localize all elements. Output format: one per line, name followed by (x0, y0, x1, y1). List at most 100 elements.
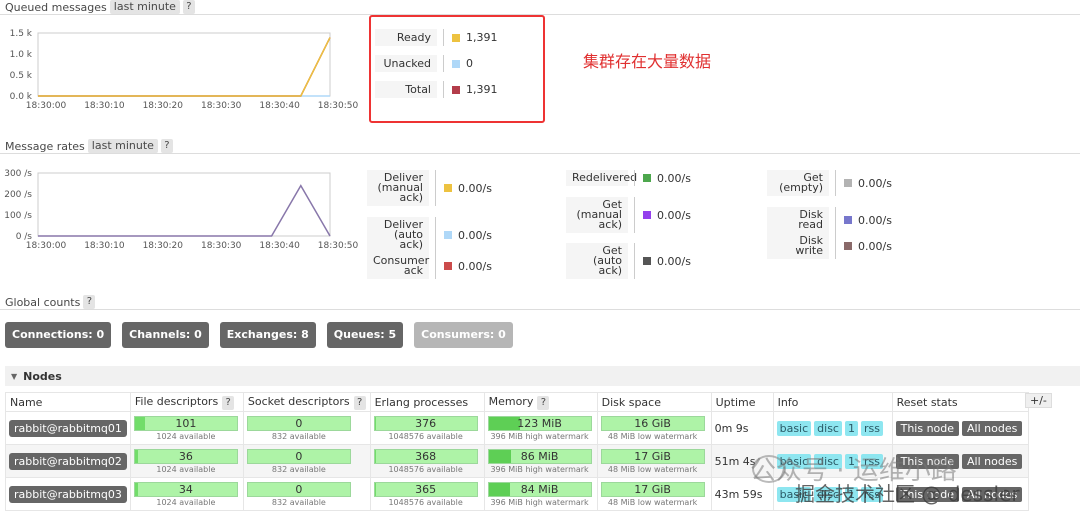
fd-bar: 101 (133, 415, 238, 431)
count-value: 0 (498, 328, 506, 341)
node-name-link[interactable]: rabbit@rabbitmq03 (9, 485, 127, 503)
mem-value: 84 MiB (520, 482, 559, 496)
mem-cell: 86 MiB 396 MiB high watermark (483, 444, 598, 478)
legend-separator (634, 243, 635, 279)
sd-value: 0 (295, 416, 303, 430)
node-name-link[interactable]: rabbit@rabbitmq02 (9, 452, 127, 470)
fd-value: 34 (178, 482, 193, 496)
ep-subtext: 1048576 available (388, 464, 463, 474)
reset-this-node-button[interactable]: This node (895, 420, 960, 436)
column-help-button[interactable]: ? (222, 395, 235, 410)
legend-separator (835, 207, 836, 233)
disk-value: 16 GiB (634, 416, 671, 430)
column-help-button[interactable]: ? (353, 395, 366, 410)
reset-all-nodes-button[interactable]: All nodes (962, 420, 1023, 436)
queued-xtick-label: 18:30:30 (201, 101, 242, 111)
column-header-label: Disk space (601, 395, 661, 409)
queued-messages-title: Queued messages (5, 0, 107, 14)
sd-value: 0 (295, 449, 303, 463)
rates-ytick-label: 300 /s (4, 169, 32, 179)
legend-separator (435, 253, 436, 279)
count-channels-button[interactable]: Channels: 0 (122, 322, 209, 348)
queued-xtick-label: 18:30:20 (143, 101, 184, 111)
queued-messages-chart: 0.0 k 0.5 k 1.0 k 1.5 k 18:30:00 18:30:10 18:3… (0, 24, 360, 119)
queued-messages-header: Queued messages last minute ? (0, 0, 1080, 15)
legend-row-redelivered: Redelivered 0.00/s (566, 170, 691, 186)
sd-bar: 0 (246, 415, 351, 431)
queued-ytick-label: 1.0 k (10, 50, 33, 60)
ep-subtext: 1048576 available (388, 497, 463, 507)
legend-swatch-consumer-ack (444, 262, 452, 270)
rates-ytick-label: 200 /s (4, 190, 32, 200)
count-value: 5 (388, 328, 397, 341)
disk-subtext: 48 MiB low watermark (607, 497, 698, 507)
sd-bar: 0 (246, 481, 351, 497)
count-queues-button[interactable]: Queues: 5 (326, 322, 404, 348)
column-header-socket-descriptors: Socket descriptors? (242, 392, 371, 412)
fd-cell: 101 1024 available (129, 411, 244, 445)
nodes-title: Nodes (23, 369, 62, 383)
nodes-section-bar[interactable]: ▼ Nodes (5, 366, 1080, 386)
queued-range-button[interactable]: last minute (109, 0, 180, 14)
global-help-button[interactable]: ? (83, 295, 96, 309)
legend-separator (634, 197, 635, 233)
fd-value: 36 (178, 449, 193, 463)
disk-subtext: 48 MiB low watermark (607, 431, 698, 441)
legend-swatch-deliver-auto-ack (444, 231, 452, 239)
columns-toggle-button[interactable]: +/- (1025, 393, 1052, 408)
sd-subtext: 832 available (271, 431, 326, 441)
column-header-label: Info (777, 395, 799, 409)
queued-xtick-label: 18:30:50 (318, 101, 359, 111)
legend-swatch-disk-read (844, 216, 852, 224)
ep-cell: 376 1048576 available (369, 411, 485, 445)
column-help-button[interactable]: ? (537, 395, 550, 410)
count-consumers-button[interactable]: Consumers: 0 (414, 322, 513, 348)
disk-value: 17 GiB (634, 449, 671, 463)
legend-label-get-auto-ack: Get (auto ack) (566, 243, 628, 279)
count-label: Exchanges: (226, 328, 302, 341)
legend-separator (435, 217, 436, 253)
legend-swatch-disk-write (844, 242, 852, 250)
rates-xtick-label: 18:30:20 (143, 241, 184, 251)
global-counts: Connections: 0 Channels: 0 Exchanges: 8 Que… (5, 322, 513, 348)
column-header-file-descriptors: File descriptors? (129, 392, 244, 412)
count-value: 8 (301, 328, 309, 341)
info-cell: basic disc 1 rss (772, 411, 893, 445)
count-label: Connections: (12, 328, 97, 341)
legend-label-redelivered: Redelivered (566, 170, 637, 186)
count-connections-button[interactable]: Connections: 0 (5, 322, 112, 348)
info-tag: disc (814, 420, 842, 436)
watermark-line2: 掘金技术社区 @ dessler (795, 482, 1020, 506)
fd-subtext: 1024 available (156, 497, 216, 507)
info-tag: basic (776, 420, 812, 436)
mem-value: 123 MiB (517, 416, 562, 430)
rates-help-button[interactable]: ? (160, 139, 173, 153)
collapse-triangle-icon[interactable]: ▼ (11, 372, 17, 381)
legend-value-deliver-manual-ack: 0.00/s (458, 181, 492, 195)
queued-help-button[interactable]: ? (182, 0, 195, 14)
legend-value-consumer-ack: 0.00/s (458, 259, 492, 273)
count-label: Channels: (129, 328, 195, 341)
mem-bar: 86 MiB (487, 448, 592, 464)
reset-all-nodes-button[interactable]: All nodes (962, 453, 1023, 469)
column-header-label: Name (10, 395, 43, 409)
queued-xtick-label: 18:30:10 (84, 101, 125, 111)
sd-cell: 0 832 available (242, 411, 371, 445)
disk-bar: 17 GiB (600, 481, 705, 497)
message-rates-chart: 0 /s 100 /s 200 /s 300 /s 18:30:00 18:30:10 18… (0, 164, 360, 259)
ep-cell: 365 1048576 available (369, 477, 485, 511)
nodes-table-header: Name File descriptors? Socket descriptors?… (5, 392, 1030, 412)
legend-label-deliver-auto-ack: Deliver (auto ack) (367, 217, 429, 253)
count-exchanges-button[interactable]: Exchanges: 8 (219, 322, 316, 348)
mem-bar: 84 MiB (487, 481, 592, 497)
rates-range-button[interactable]: last minute (87, 139, 158, 153)
node-name-link[interactable]: rabbit@rabbitmq01 (9, 419, 127, 437)
legend-label-get-empty: Get (empty) (767, 170, 829, 196)
reset-stats-cell: This node All nodes (891, 411, 1030, 445)
section-divider (0, 153, 1080, 154)
column-header-label: Socket descriptors (247, 394, 350, 408)
rates-xtick-label: 18:30:00 (26, 241, 67, 251)
mem-subtext: 396 MiB high watermark (490, 497, 589, 507)
node-name-cell: rabbit@rabbitmq01 (5, 411, 131, 445)
mem-cell: 84 MiB 396 MiB high watermark (483, 477, 598, 511)
